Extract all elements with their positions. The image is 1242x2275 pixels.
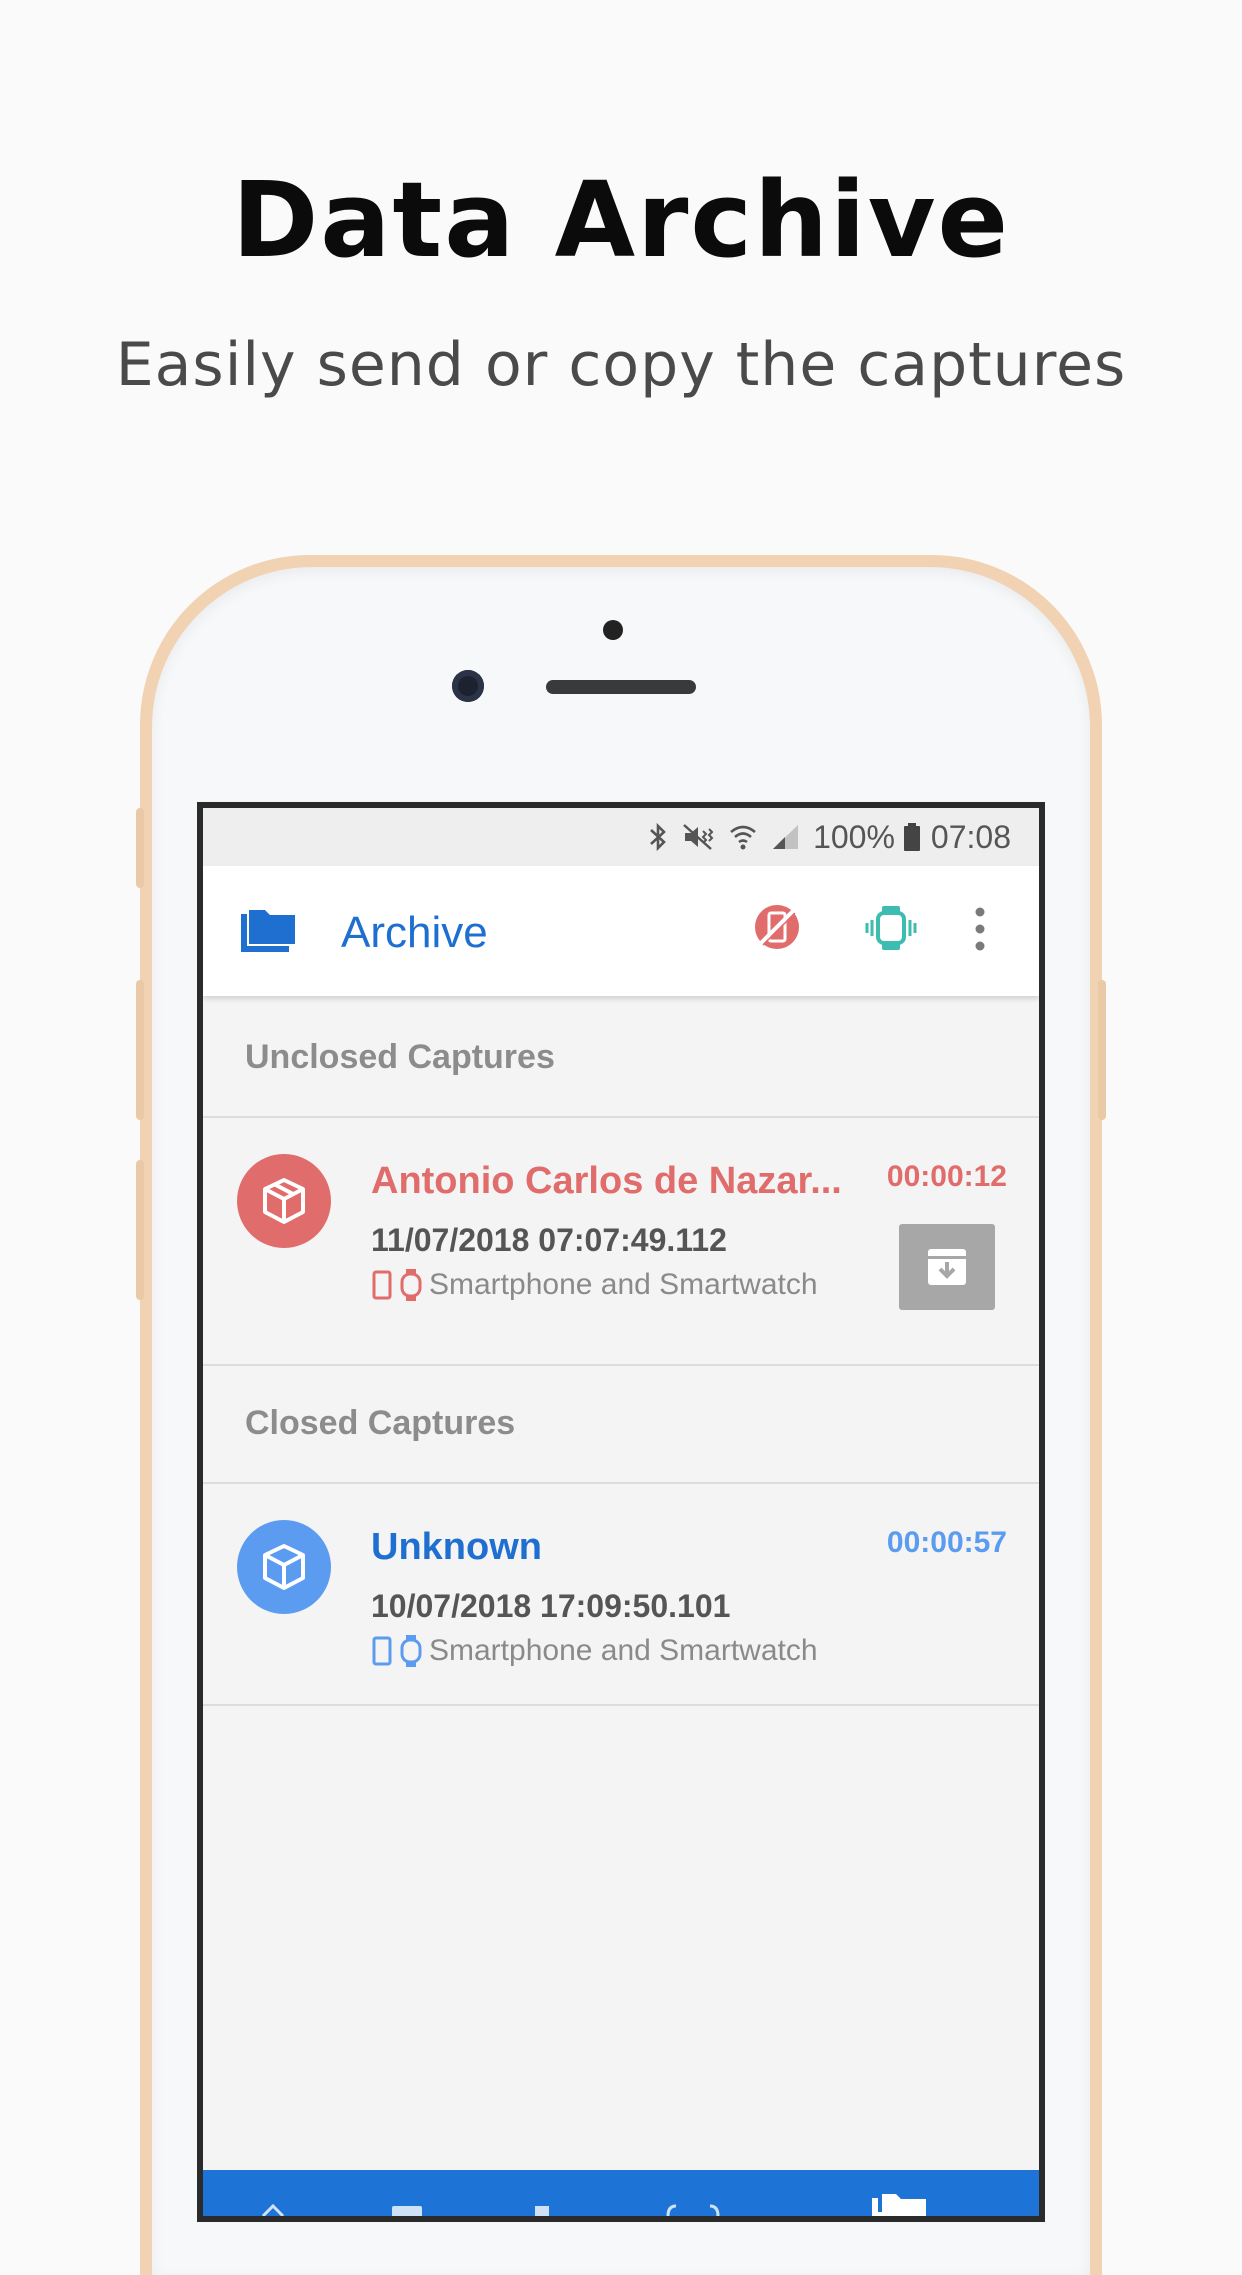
nav-partial-icon[interactable] xyxy=(253,2202,313,2216)
package-icon xyxy=(263,1178,305,1224)
section-header-closed: Closed Captures xyxy=(245,1404,516,1442)
signal-icon xyxy=(773,825,799,849)
capture-item-unclosed[interactable]: Antonio Carlos de Nazar... 00:00:12 11/0… xyxy=(203,1118,1039,1328)
capture-name: Unknown xyxy=(371,1526,542,1568)
archive-icon xyxy=(928,1249,966,1285)
more-vert-icon[interactable] xyxy=(973,906,987,952)
battery-icon xyxy=(903,823,920,851)
smartphone-icon xyxy=(372,1270,392,1300)
capture-avatar xyxy=(237,1154,331,1248)
phone-side-button xyxy=(136,808,144,888)
capture-item-closed[interactable]: Unknown 00:00:57 10/07/2018 17:09:50.101… xyxy=(203,1484,1039,1694)
capture-avatar xyxy=(237,1520,331,1614)
phone-volume-down-button xyxy=(136,1160,144,1300)
hero-subtitle: Easily send or copy the captures xyxy=(115,330,1127,400)
capture-devices-label: Smartphone and Smartwatch xyxy=(429,1268,818,1301)
mute-vibrate-icon xyxy=(683,824,714,850)
watch-icon xyxy=(400,1269,422,1301)
capture-devices: Smartphone and Smartwatch xyxy=(371,1268,818,1302)
capture-devices-label: Smartphone and Smartwatch xyxy=(429,1634,818,1667)
watch-icon xyxy=(400,1635,422,1667)
app-screen: 100% 07:08 Archive Unclosed Captures Ant… xyxy=(203,808,1039,2216)
nav-partial-icon[interactable] xyxy=(388,2202,428,2216)
status-bar: 100% 07:08 xyxy=(203,808,1039,866)
front-camera xyxy=(452,670,484,702)
hero-title: Data Archive xyxy=(231,159,1011,281)
capture-devices: Smartphone and Smartwatch xyxy=(371,1634,818,1668)
folder-icon xyxy=(241,910,295,952)
package-icon xyxy=(263,1544,305,1590)
smartphone-icon xyxy=(372,1636,392,1666)
phone-screen: 100% 07:08 Archive Unclosed Captures Ant… xyxy=(197,802,1045,2222)
divider xyxy=(203,1364,1039,1366)
app-bar-title: Archive xyxy=(341,908,488,957)
divider xyxy=(203,1704,1039,1706)
capture-duration: 00:00:12 xyxy=(886,1160,1007,1193)
nav-partial-icon[interactable] xyxy=(523,2202,563,2216)
capture-datetime: 11/07/2018 07:07:49.112 xyxy=(371,1222,727,1258)
nav-partial-icon[interactable] xyxy=(658,2202,728,2216)
bottom-navigation xyxy=(203,2170,1039,2216)
wifi-icon xyxy=(730,825,756,850)
capture-datetime: 10/07/2018 17:09:50.101 xyxy=(371,1588,731,1624)
bluetooth-icon xyxy=(650,822,666,852)
smartwatch-icon[interactable] xyxy=(863,904,919,952)
section-header-unclosed: Unclosed Captures xyxy=(245,1038,555,1076)
nav-archive-icon[interactable] xyxy=(868,2190,928,2216)
status-time: 07:08 xyxy=(930,818,1011,855)
capture-name: Antonio Carlos de Nazar... xyxy=(371,1160,842,1202)
proximity-sensor xyxy=(603,620,623,640)
battery-percent: 100% xyxy=(813,818,895,855)
earpiece-speaker xyxy=(546,680,696,694)
capture-duration: 00:00:57 xyxy=(886,1526,1007,1559)
phone-power-button xyxy=(1098,980,1106,1120)
app-bar: Archive xyxy=(203,866,1039,996)
phone-volume-up-button xyxy=(136,980,144,1120)
archive-button[interactable] xyxy=(899,1224,995,1310)
no-phone-icon[interactable] xyxy=(752,902,802,952)
